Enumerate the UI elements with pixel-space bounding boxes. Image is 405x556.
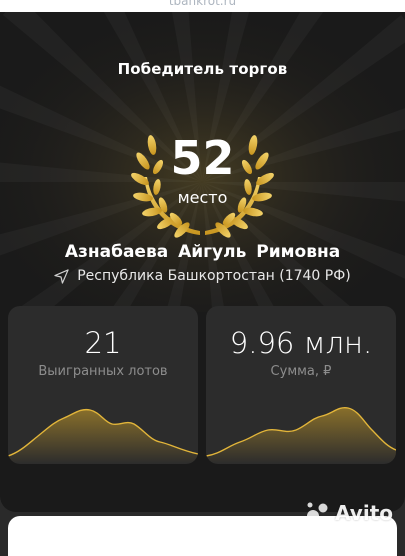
place-label: место — [177, 188, 228, 207]
avito-watermark: Avito — [305, 500, 393, 526]
decorative-wave — [206, 406, 396, 464]
browser-url: tbankrot.ru — [168, 0, 237, 8]
avito-text: Avito — [335, 501, 393, 525]
stat-card-amount: 9.96 млн. Сумма, ₽ — [206, 306, 396, 464]
stat-card-lots: 21 Выигранных лотов — [8, 306, 198, 464]
place-number: 52 — [170, 131, 235, 185]
region-text: Республика Башкортостан (1740 РФ) — [77, 268, 351, 284]
region-row: Республика Башкортостан (1740 РФ) — [0, 268, 405, 284]
avito-logo-icon — [307, 502, 328, 522]
winner-name: Азнабаева Айгуль Римовна — [64, 242, 341, 262]
winner-card: Победитель торгов 52 место Азнабаева Айг… — [0, 12, 405, 512]
amount-label: Сумма, ₽ — [270, 364, 332, 379]
card-title: Победитель торгов — [117, 60, 288, 78]
amount-value: 9.96 млн. — [229, 326, 373, 360]
navigation-arrow-icon — [54, 268, 69, 284]
browser-topbar: tbankrot.ru — [0, 0, 405, 12]
lots-won-value: 21 — [84, 326, 122, 360]
decorative-wave — [8, 408, 198, 464]
lots-won-label: Выигранных лотов — [38, 364, 168, 379]
